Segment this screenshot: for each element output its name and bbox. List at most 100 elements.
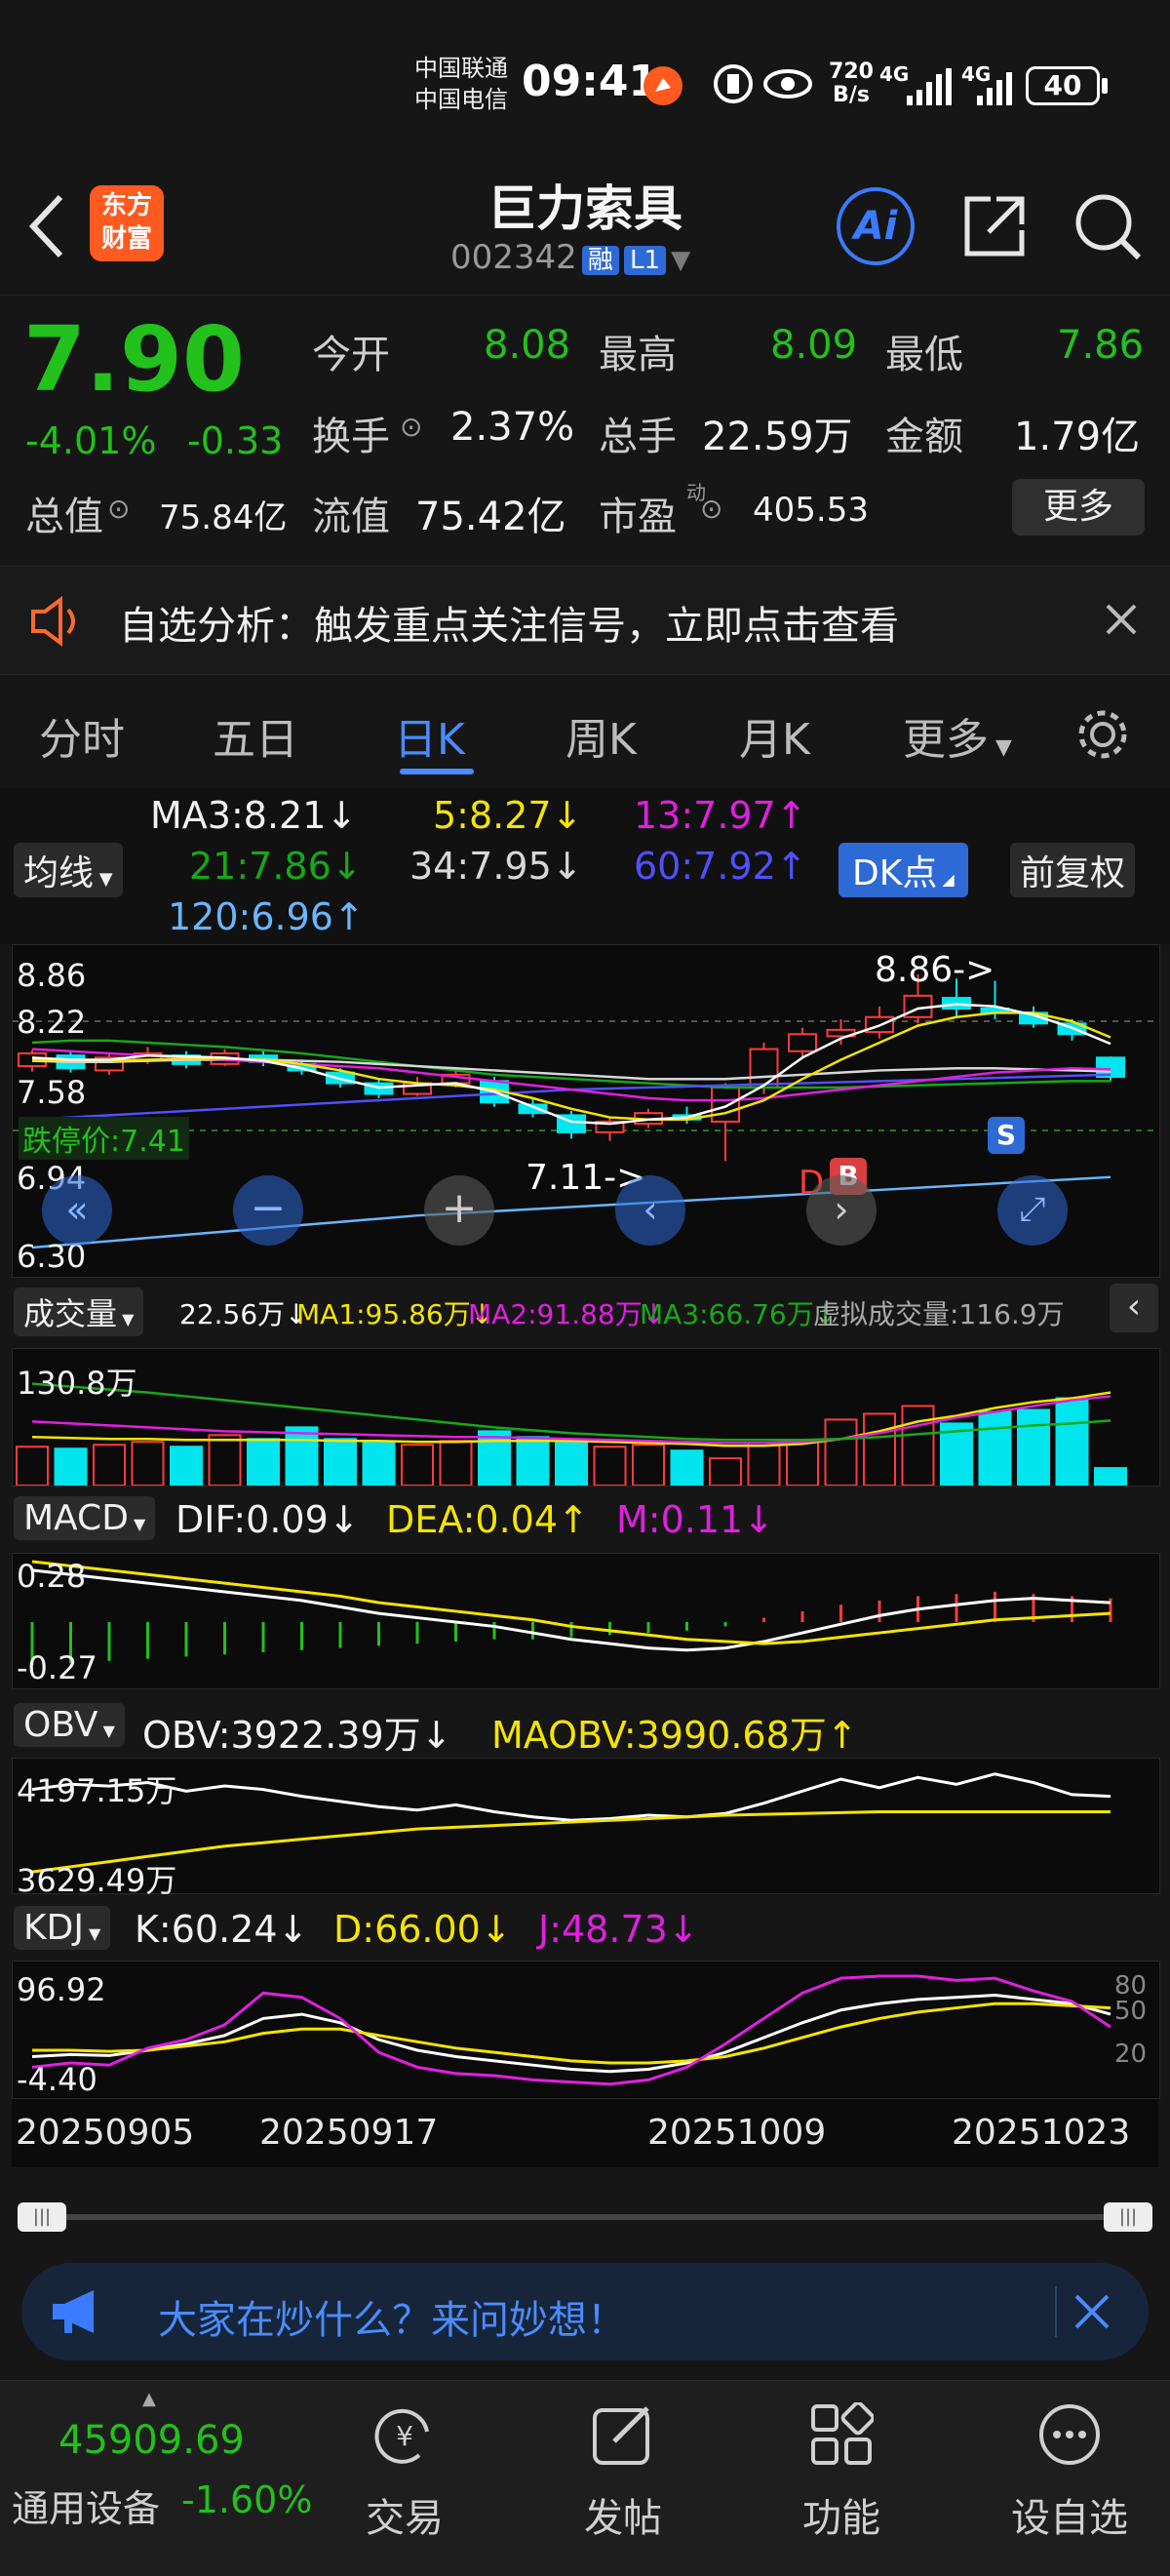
tab-five-day[interactable]: 五日	[213, 704, 298, 767]
sell-signal-mark[interactable]: S	[988, 1117, 1025, 1154]
scroll-right-icon[interactable]: ›	[806, 1175, 877, 1246]
header-divider	[0, 295, 1170, 296]
macd-selector[interactable]: MACD ▼	[14, 1496, 156, 1540]
volume-selector[interactable]: 成交量 ▼	[14, 1288, 144, 1336]
fullscreen-icon[interactable]: ⤢	[997, 1175, 1068, 1246]
date-label-4: 20251023	[952, 2113, 1131, 2153]
obv-chart[interactable]: 4197.15万 3629.49万	[12, 1758, 1160, 1899]
tab-monthly-k[interactable]: 月K	[739, 704, 810, 767]
range-scroller[interactable]: ||| |||	[18, 2202, 1152, 2232]
obv-value: OBV:3922.39万↓	[142, 1714, 452, 1757]
nav-functions[interactable]: 功能	[788, 2381, 895, 2576]
range-handle-right[interactable]: |||	[1104, 2202, 1152, 2232]
adjust-selector[interactable]: 前复权	[1010, 843, 1136, 897]
stock-code-row[interactable]: 002342 融 L1 ▼	[450, 238, 743, 281]
obv-selector[interactable]: OBV ▼	[14, 1703, 125, 1747]
info-icon[interactable]: ⊙	[700, 493, 722, 525]
macd-dea: DEA:0.04↑	[386, 1498, 589, 1541]
kline-chart[interactable]: 8.86 8.22 7.58 6.94 6.30 跌停价:7.41 8.86->…	[12, 944, 1160, 1278]
mktcap-label: 总值	[25, 495, 103, 539]
y-label-1: 8.86	[17, 957, 87, 994]
volume-y-label: 130.8万	[17, 1365, 137, 1402]
scroll-left-icon[interactable]: ‹	[615, 1175, 685, 1246]
tab-more[interactable]: 更多 ▼	[903, 704, 1012, 767]
y-label-3: 7.58	[17, 1074, 87, 1111]
range-track	[37, 2214, 1133, 2220]
share-icon[interactable]	[957, 189, 1032, 263]
more-button[interactable]: 更多	[1012, 479, 1145, 535]
obv-line	[31, 1772, 1112, 1822]
kdj-y-top: 96.92	[17, 1971, 106, 2008]
volume-bar	[16, 1446, 49, 1486]
info-icon[interactable]: ⊙	[107, 493, 130, 525]
amount-value: 1.79亿	[1014, 415, 1141, 459]
vibrate-icon	[712, 62, 755, 105]
period-tabs: 分时 五日 日K 周K 月K 更多 ▼	[0, 683, 1170, 790]
svg-text:¥: ¥	[396, 2420, 413, 2452]
kdj-ref-50: 50	[1114, 1997, 1148, 2026]
ma34-value: 34:7.95↓	[410, 845, 583, 888]
panel-collapse-icon[interactable]: ‹	[1110, 1284, 1158, 1332]
volume-ma3: MA3:66.76万↓	[640, 1298, 838, 1330]
tab-intraday[interactable]: 分时	[39, 704, 125, 767]
active-tab-indicator	[400, 769, 474, 774]
low-value: 7.86	[1057, 323, 1145, 368]
info-icon[interactable]: ⊙	[400, 411, 422, 443]
sector-index[interactable]: ▲ 45909.69 通用设备 -1.60%	[0, 2381, 312, 2576]
obv-y-bottom: 3629.49万	[17, 1862, 177, 1899]
ma-selector[interactable]: 均线 ▼	[14, 843, 123, 897]
signal-icon-1: 4G	[879, 60, 957, 109]
sector-index-value: 45909.69	[58, 2418, 245, 2463]
ma3-value: MA3:8.21↓	[150, 794, 358, 837]
kdj-k: K:60.24↓	[135, 1908, 309, 1951]
volume-canvas	[16, 1382, 1127, 1486]
clock: 09:41	[522, 57, 659, 106]
volume-ma1: MA1:95.86万↓	[296, 1298, 494, 1330]
ma-info: MA3:8.21↓ 5:8.27↓ 13:7.97↑ 均线 ▼ 21:7.86↓…	[0, 788, 1170, 944]
chevron-up-icon: ▲	[142, 2389, 156, 2409]
notice-bar[interactable]: 自选分析：触发重点关注信号，立即点击查看	[0, 566, 1170, 675]
nav-post[interactable]: 发帖	[569, 2381, 677, 2576]
ma60-value: 60:7.92↑	[634, 845, 807, 888]
dk-point-button[interactable]: DK点 ◢	[838, 843, 968, 897]
date-axis: 20250905 20250917 20251009 20251023	[12, 2099, 1158, 2167]
scroll-start-icon[interactable]: «	[42, 1175, 112, 1246]
range-handle-left[interactable]: |||	[18, 2202, 66, 2232]
volume-bar	[978, 1410, 1012, 1486]
nav-trade[interactable]: ¥ 交易	[351, 2381, 458, 2576]
tab-weekly-k[interactable]: 周K	[566, 704, 637, 767]
nav-add-watchlist[interactable]: 设自选	[996, 2381, 1143, 2576]
speaker-icon	[27, 594, 86, 649]
settings-gear-icon[interactable]	[1072, 704, 1133, 765]
volume-chart[interactable]: 130.8万	[12, 1348, 1160, 1486]
volume-bar	[401, 1444, 434, 1486]
volume-bar	[93, 1444, 126, 1486]
pe-label: 市盈	[599, 495, 677, 539]
change-amount: -0.33	[187, 419, 284, 462]
kdj-selector[interactable]: KDJ ▼	[14, 1906, 111, 1950]
tab-daily-k[interactable]: 日K	[394, 704, 465, 767]
search-icon[interactable]	[1069, 187, 1147, 265]
close-icon[interactable]	[1069, 2288, 1115, 2335]
edit-icon	[593, 2406, 649, 2465]
volume-value: 22.59万	[702, 415, 853, 459]
sector-index-change: -1.60%	[181, 2478, 313, 2521]
volume-bar	[555, 1442, 588, 1486]
macd-chart[interactable]: 0.28 -0.27	[12, 1553, 1160, 1689]
bottom-nav: ▲ 45909.69 通用设备 -1.60% ¥ 交易 发帖 功能 设自选	[0, 2380, 1170, 2576]
volume-bar	[1055, 1397, 1089, 1486]
close-icon[interactable]	[1102, 600, 1141, 639]
zoom-in-icon[interactable]: +	[424, 1175, 494, 1246]
zoom-out-icon[interactable]: −	[233, 1175, 303, 1246]
amount-label: 金额	[885, 415, 963, 459]
volume-bar	[170, 1446, 203, 1486]
volume-bar	[670, 1449, 704, 1486]
obv-canvas	[31, 1772, 1112, 1874]
ai-question-bar[interactable]: 大家在炒什么？来问妙想！	[21, 2263, 1149, 2360]
volume-bar	[901, 1405, 935, 1486]
pe-value: 405.53	[753, 491, 869, 530]
kdj-chart[interactable]: 96.92 -4.40 80 50 20	[12, 1961, 1160, 2099]
date-label-1: 20250905	[16, 2113, 195, 2153]
ai-assistant-button[interactable]: Ai	[837, 187, 915, 265]
megaphone-icon	[49, 2288, 107, 2335]
